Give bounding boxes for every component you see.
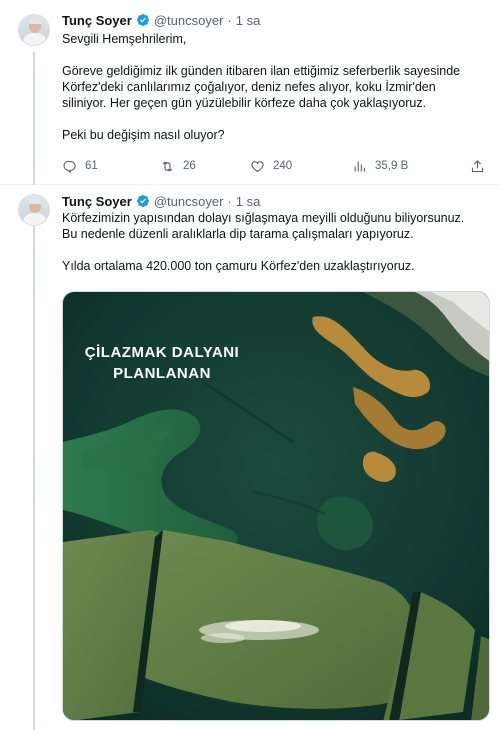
media-label-line2: PLANLANAN bbox=[113, 365, 211, 382]
retweet-count: 26 bbox=[183, 160, 196, 172]
verified-badge-icon bbox=[136, 14, 149, 26]
reply-icon bbox=[63, 160, 76, 173]
tweet-1[interactable]: Tunç Soyer @tuncsoyer · 1 sa Sevgili Hem… bbox=[0, 0, 500, 185]
thread-line bbox=[33, 226, 35, 730]
tweet-media-image[interactable]: ÇİLAZMAK DALYANI PLANLANAN bbox=[62, 291, 490, 721]
author-handle[interactable]: @tuncsoyer bbox=[154, 13, 224, 28]
tweet-text-line: Körfez'deki canlılarımız çoğalıyor, deni… bbox=[62, 80, 436, 94]
tweet-2[interactable]: Tunç Soyer @tuncsoyer · 1 sa Körfezimizi… bbox=[0, 186, 500, 730]
reply-button[interactable]: 61 bbox=[62, 156, 98, 176]
reply-count: 61 bbox=[85, 160, 98, 172]
views-count: 35,9 B bbox=[375, 160, 409, 172]
tweet-text: Sevgili Hemşehrilerim, Göreve geldiğimiz… bbox=[62, 31, 492, 143]
author-name[interactable]: Tunç Soyer bbox=[62, 13, 132, 28]
retweet-button[interactable]: 26 bbox=[160, 156, 196, 176]
avatar[interactable] bbox=[18, 14, 50, 46]
separator-dot: · bbox=[227, 12, 232, 28]
tweet-text-line: Sevgili Hemşehrilerim, bbox=[62, 32, 187, 46]
tweet-text-line: Körfezimizin yapısından dolayı sığlaşmay… bbox=[62, 211, 465, 225]
retweet-icon bbox=[162, 160, 173, 172]
media-label-line1: ÇİLAZMAK DALYANI bbox=[84, 344, 240, 361]
share-icon bbox=[471, 159, 484, 172]
separator-dot: · bbox=[227, 193, 232, 209]
thread-line bbox=[33, 52, 35, 185]
views-icon bbox=[354, 161, 366, 171]
share-button[interactable] bbox=[470, 156, 485, 176]
tweet-text-line: Yılda ortalama 420.000 ton çamuru Körfez… bbox=[62, 259, 415, 273]
author-handle[interactable]: @tuncsoyer bbox=[154, 194, 224, 209]
avatar[interactable] bbox=[18, 194, 50, 226]
tweet-text-line: siliniyor. Her geçen gün yüzülebilir kör… bbox=[62, 96, 427, 110]
tweet-text-line: Peki bu değişim nasıl oluyor? bbox=[62, 128, 225, 142]
verified-badge-icon bbox=[136, 195, 149, 207]
tweet-text-line: Bu nedenle düzenli aralıklarla dip taram… bbox=[62, 227, 414, 241]
tweet-actions: 61 26 240 35,9 B bbox=[62, 156, 492, 176]
tweet-header: Tunç Soyer @tuncsoyer · 1 sa bbox=[62, 11, 260, 29]
tweet-time[interactable]: 1 sa bbox=[236, 13, 261, 28]
heart-icon bbox=[251, 160, 264, 172]
views-button[interactable]: 35,9 B bbox=[352, 156, 408, 176]
author-name[interactable]: Tunç Soyer bbox=[62, 194, 132, 209]
tweet-time[interactable]: 1 sa bbox=[236, 194, 261, 209]
tweet-text-line: Göreve geldiğimiz ilk günden itibaren il… bbox=[62, 64, 461, 78]
like-count: 240 bbox=[273, 160, 293, 172]
tweet-text: Körfezimizin yapısından dolayı sığlaşmay… bbox=[62, 210, 492, 274]
like-button[interactable]: 240 bbox=[250, 156, 292, 176]
tweet-header: Tunç Soyer @tuncsoyer · 1 sa bbox=[62, 192, 260, 210]
